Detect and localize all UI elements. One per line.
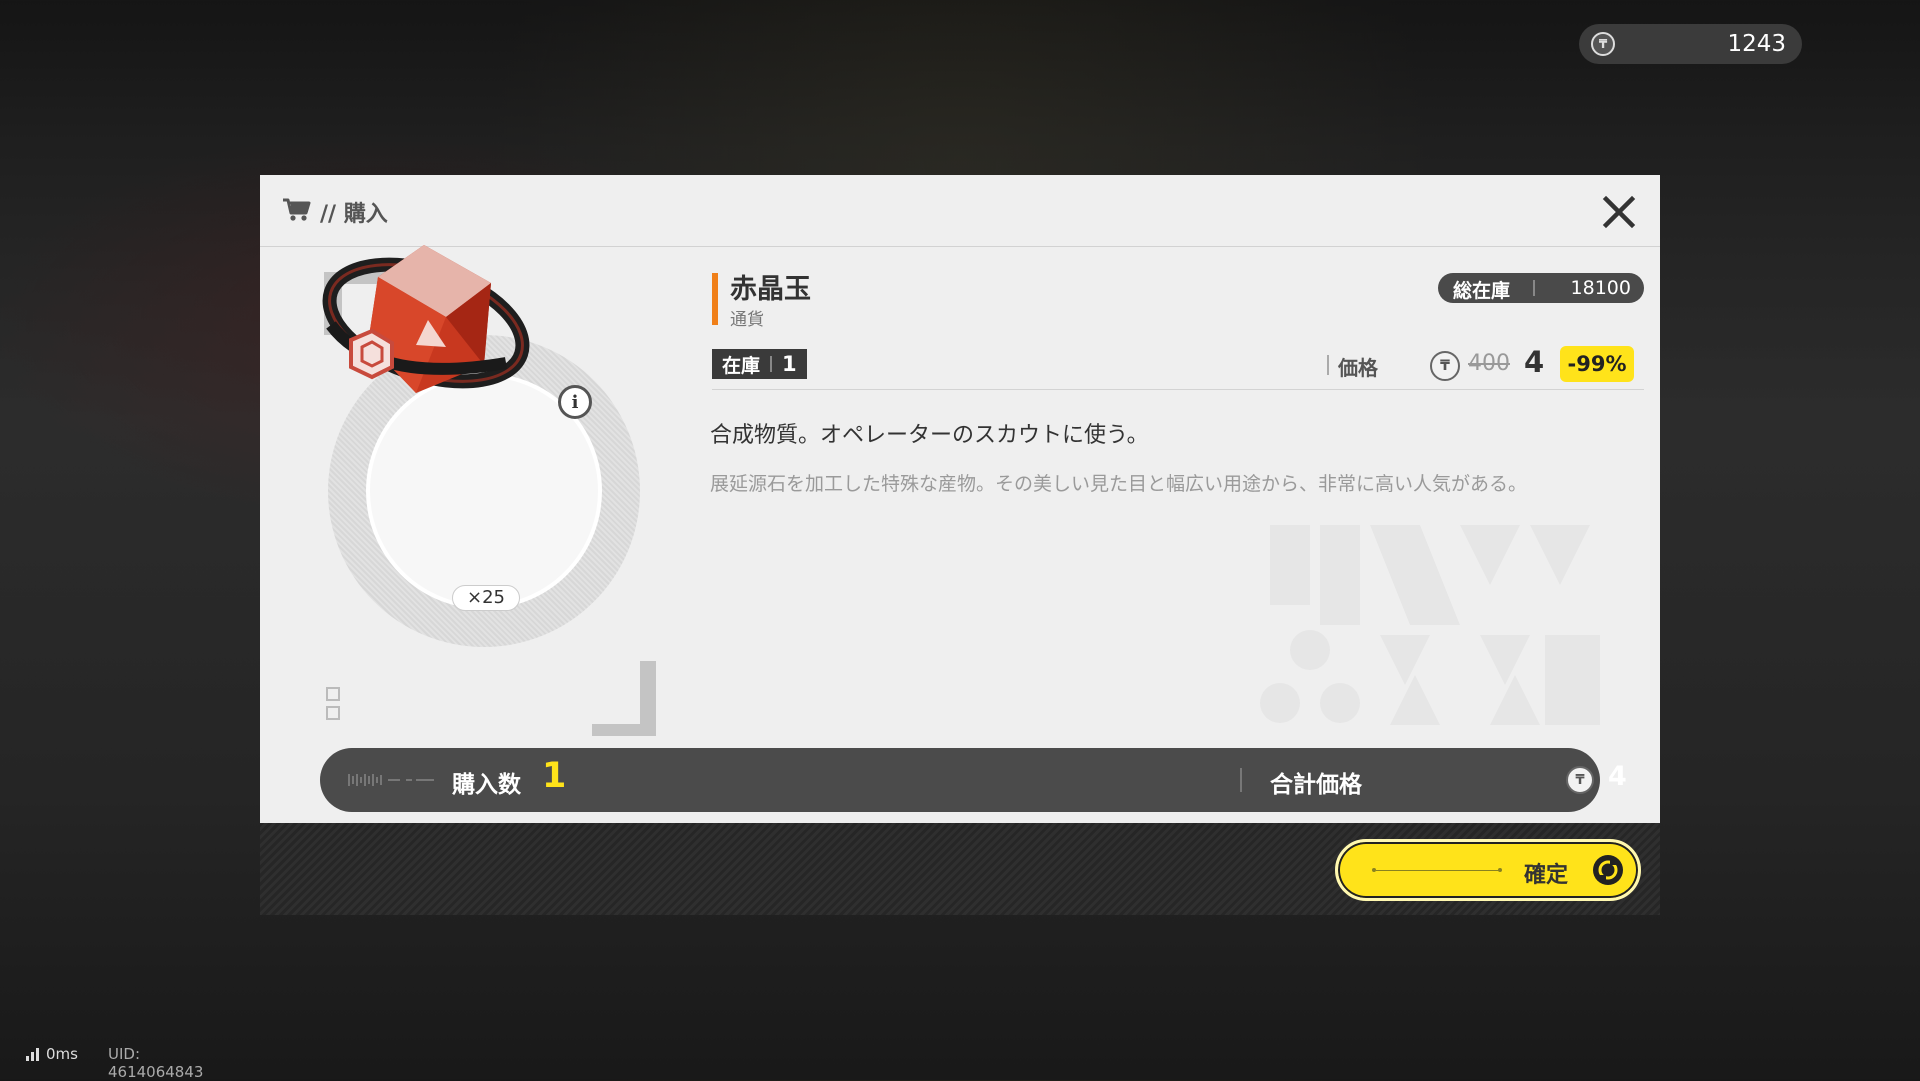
confirm-label: 確定 <box>1524 863 1569 888</box>
item-name: 赤晶玉 <box>730 274 811 305</box>
item-description: 合成物質。オペレーターのスカウトに使う。 <box>710 423 1149 448</box>
divider <box>712 389 1644 390</box>
name-accent-bar <box>712 273 718 325</box>
currency-display: ₸ 1243 <box>1579 24 1802 64</box>
currency-amount: 1243 <box>1727 31 1786 57</box>
item-quantity-badge: ×25 <box>452 585 520 611</box>
close-icon[interactable] <box>1600 193 1638 231</box>
button-decor <box>1376 870 1500 871</box>
purchase-bar: 購入数 1 合計価格 ₸ 4 <box>320 748 1627 812</box>
total-stock-badge: 総在庫 18100 <box>1438 273 1644 303</box>
item-flavor-text: 展延源石を加工した特殊な産物。その美しい見た目と幅広い用途から、非常に高い人気が… <box>710 473 1528 495</box>
item-info-button[interactable]: i <box>558 385 592 419</box>
coin-icon: ₸ <box>1566 766 1594 794</box>
sale-price: 4 <box>1524 345 1545 379</box>
user-id: UID: 4614064843 <box>108 1045 204 1081</box>
divider <box>1533 280 1535 296</box>
stock-value: 1 <box>782 352 797 376</box>
total-price-value: 4 <box>1608 761 1627 792</box>
purchase-quantity-value[interactable]: 1 <box>542 756 566 796</box>
confirm-circle-icon <box>1593 855 1623 885</box>
red-crystal-icon <box>322 245 530 393</box>
divider <box>1327 355 1329 375</box>
decor-square <box>326 706 340 720</box>
confirm-button[interactable]: 確定 <box>1335 839 1641 901</box>
button-decor <box>1498 868 1502 872</box>
dialog-footer: 確定 <box>260 823 1660 915</box>
signal-icon <box>26 1048 39 1061</box>
total-stock-label: 総在庫 <box>1453 280 1511 302</box>
price-label: 価格 <box>1338 356 1378 380</box>
purchase-quantity-label: 購入数 <box>452 772 521 798</box>
original-price: 400 <box>1468 351 1510 376</box>
dialog-title: // 購入 <box>320 202 388 227</box>
total-stock-value: 18100 <box>1570 277 1631 299</box>
divider <box>1240 768 1242 792</box>
stock-label: 在庫 <box>722 354 761 377</box>
stock-tag: 在庫 1 <box>712 349 807 379</box>
decor-square <box>326 687 340 701</box>
ping-value: 0ms <box>46 1045 78 1063</box>
purchase-dialog: // 購入 i ×25 赤晶玉 通貨 総在庫 18100 在庫 1 価格 ₸ 4… <box>260 175 1660 915</box>
bar-decoration <box>348 774 434 786</box>
corner-decor-bottom-right-v <box>640 661 656 736</box>
discount-badge: -99% <box>1560 346 1634 382</box>
divider <box>770 356 773 372</box>
background-pattern <box>1260 525 1600 725</box>
item-type: 通貨 <box>730 310 764 330</box>
cart-icon <box>283 198 311 221</box>
total-price-label: 合計価格 <box>1270 772 1362 798</box>
coin-icon: ₸ <box>1591 32 1615 56</box>
coin-icon: ₸ <box>1430 351 1460 381</box>
